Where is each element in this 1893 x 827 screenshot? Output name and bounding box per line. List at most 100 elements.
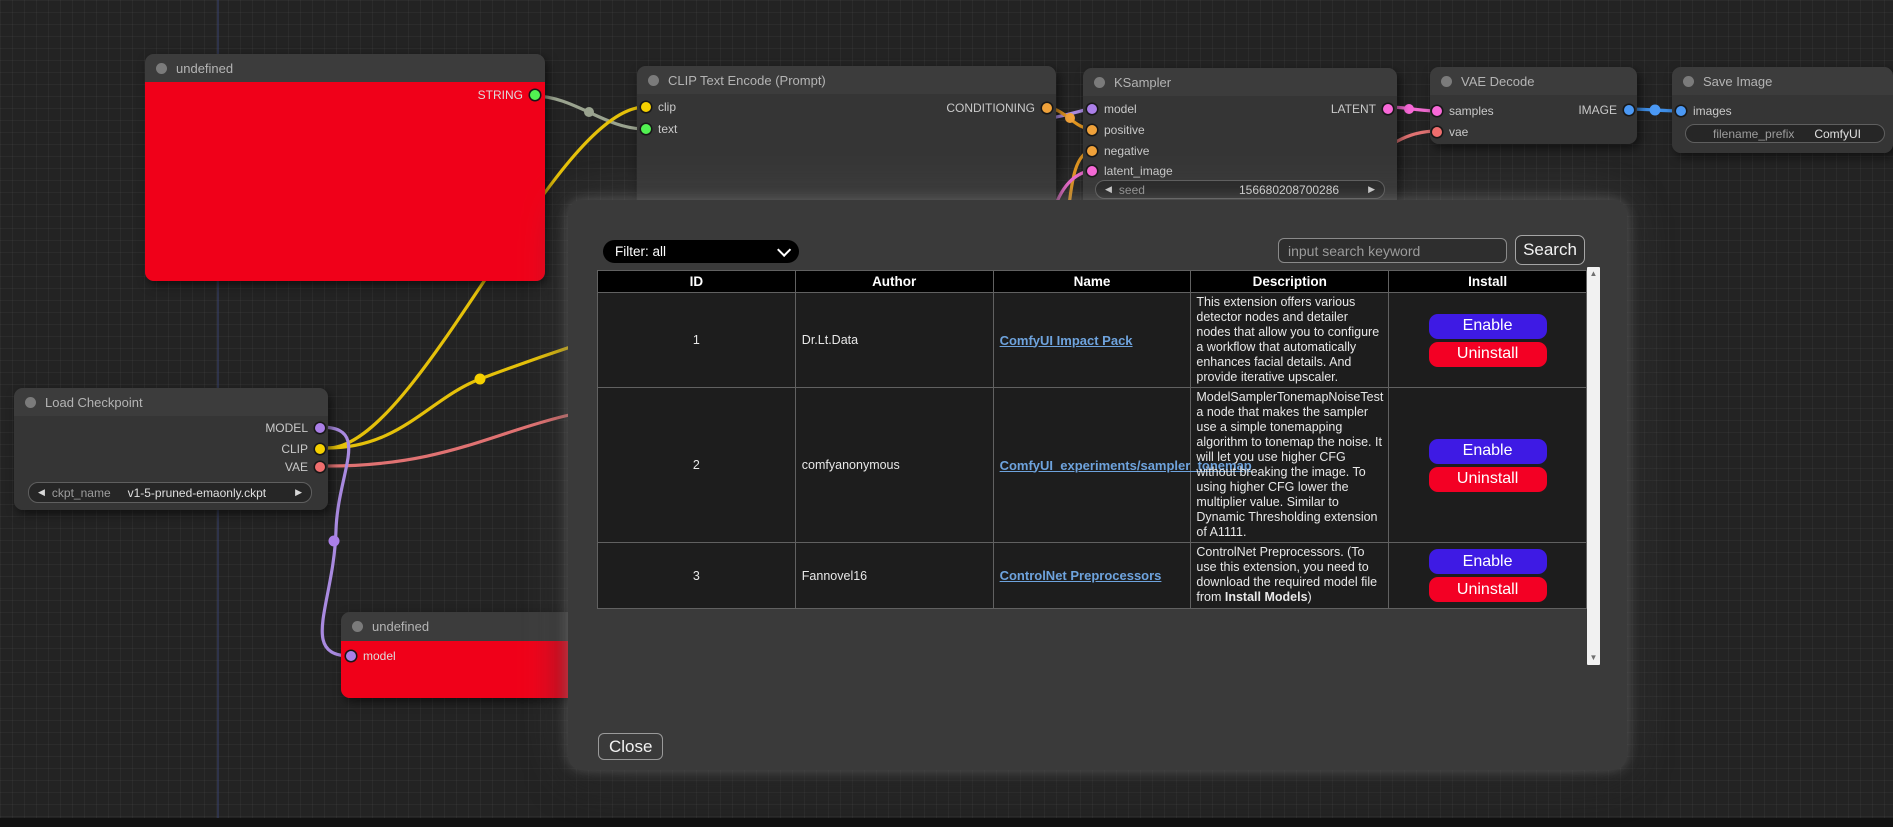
node-body: MODEL CLIP VAE ◀ ckpt_name v1-5-pruned-e… — [14, 416, 328, 510]
slot-label: model — [1104, 102, 1137, 116]
node-undefined-bottom[interactable]: undefined model — [341, 612, 581, 698]
output-slot-latent: LATENT — [1331, 101, 1393, 117]
input-slot-text: text — [641, 121, 677, 137]
node-graph-canvas[interactable]: undefined STRING CLIP Text Encode (Promp… — [0, 0, 1893, 827]
collapse-dot-icon[interactable] — [156, 63, 167, 74]
output-dot-conditioning[interactable] — [1042, 103, 1052, 113]
chevron-down-icon — [777, 242, 791, 256]
output-dot-latent[interactable] — [1383, 104, 1393, 114]
node-clip-text-encode[interactable]: CLIP Text Encode (Prompt) clip text COND… — [637, 66, 1056, 208]
node-body: images filename_prefix ComfyUI — [1672, 95, 1893, 153]
slot-label: positive — [1104, 123, 1145, 137]
collapse-dot-icon[interactable] — [1683, 76, 1694, 87]
input-slot-model: model — [346, 648, 396, 664]
filter-select-value: Filter: all — [615, 244, 666, 259]
scroll-up-arrow-icon[interactable]: ▲ — [1587, 267, 1600, 281]
node-undefined-top[interactable]: undefined STRING — [145, 54, 545, 281]
decrement-arrow-icon[interactable]: ◀ — [38, 488, 45, 497]
node-body: clip text CONDITIONING — [637, 94, 1056, 208]
slot-label: MODEL — [265, 421, 308, 435]
table-row: 1Dr.Lt.DataComfyUI Impact PackThis exten… — [598, 293, 1587, 388]
collapse-dot-icon[interactable] — [648, 75, 659, 86]
node-title: Save Image — [1703, 74, 1772, 89]
input-slot-clip: clip — [641, 99, 676, 115]
decrement-arrow-icon[interactable]: ◀ — [1105, 185, 1112, 194]
input-slot-samples: samples — [1432, 103, 1494, 119]
extension-link[interactable]: ControlNet Preprocessors — [1000, 568, 1162, 583]
input-dot-latent-image[interactable] — [1087, 166, 1097, 176]
output-slot-clip: CLIP — [281, 441, 325, 457]
increment-arrow-icon[interactable]: ▶ — [295, 488, 302, 497]
node-save-image[interactable]: Save Image images filename_prefix ComfyU… — [1672, 67, 1893, 153]
search-input[interactable] — [1278, 238, 1507, 263]
widget-label: seed — [1119, 183, 1145, 197]
slot-label: images — [1693, 104, 1732, 118]
output-dot-image[interactable] — [1624, 105, 1634, 115]
collapse-dot-icon[interactable] — [352, 621, 363, 632]
enable-button[interactable]: Enable — [1429, 314, 1547, 339]
increment-arrow-icon[interactable]: ▶ — [1368, 185, 1375, 194]
output-dot-clip[interactable] — [315, 444, 325, 454]
link-latent-midpoint-dot — [1404, 104, 1414, 114]
output-dot-string[interactable] — [530, 90, 540, 100]
slot-label: IMAGE — [1578, 103, 1617, 117]
output-dot-model[interactable] — [315, 423, 325, 433]
input-dot-negative[interactable] — [1087, 146, 1097, 156]
slot-label: LATENT — [1331, 102, 1376, 116]
node-title-bar[interactable]: KSampler — [1083, 68, 1397, 96]
input-slot-images: images — [1676, 103, 1732, 119]
node-ksampler[interactable]: KSampler model positive negative latent_… — [1083, 68, 1397, 208]
node-title-bar[interactable]: Save Image — [1672, 67, 1893, 95]
scroll-down-arrow-icon[interactable]: ▼ — [1587, 651, 1600, 665]
collapse-dot-icon[interactable] — [25, 397, 36, 408]
slot-label: text — [658, 122, 677, 136]
enable-button[interactable]: Enable — [1429, 439, 1547, 464]
column-header-author: Author — [795, 271, 993, 293]
input-dot-clip[interactable] — [641, 102, 651, 112]
uninstall-button[interactable]: Uninstall — [1429, 342, 1547, 367]
node-title-bar[interactable]: undefined — [341, 612, 581, 641]
input-slot-vae: vae — [1432, 124, 1468, 140]
input-dot-samples[interactable] — [1432, 106, 1442, 116]
cell-name: ComfyUI Impact Pack — [993, 293, 1191, 388]
uninstall-button[interactable]: Uninstall — [1429, 577, 1547, 602]
filename-prefix-widget[interactable]: filename_prefix ComfyUI — [1685, 124, 1885, 143]
cell-id: 3 — [598, 543, 796, 609]
enable-button[interactable]: Enable — [1429, 549, 1547, 574]
node-vae-decode[interactable]: VAE Decode samples vae IMAGE — [1430, 67, 1637, 144]
extension-table-container: IDAuthorNameDescriptionInstall 1Dr.Lt.Da… — [597, 267, 1600, 665]
node-body: samples vae IMAGE — [1430, 95, 1637, 144]
input-dot-model[interactable] — [346, 651, 356, 661]
uninstall-button[interactable]: Uninstall — [1429, 467, 1547, 492]
seed-widget[interactable]: ◀ seed 156680208700286 ▶ — [1095, 180, 1385, 199]
table-row: 3Fannovel16ControlNet PreprocessorsContr… — [598, 543, 1587, 609]
search-button[interactable]: Search — [1515, 235, 1585, 265]
output-dot-vae[interactable] — [315, 462, 325, 472]
node-title-bar[interactable]: CLIP Text Encode (Prompt) — [637, 66, 1056, 94]
ckpt-name-widget[interactable]: ◀ ckpt_name v1-5-pruned-emaonly.ckpt ▶ — [28, 482, 312, 503]
node-title-bar[interactable]: Load Checkpoint — [14, 388, 328, 416]
node-title: Load Checkpoint — [45, 395, 143, 410]
input-dot-model[interactable] — [1087, 104, 1097, 114]
node-title-bar[interactable]: VAE Decode — [1430, 67, 1637, 95]
slot-label: vae — [1449, 125, 1468, 139]
filter-select[interactable]: Filter: all — [603, 240, 799, 263]
input-dot-positive[interactable] — [1087, 125, 1097, 135]
cell-description: ControlNet Preprocessors. (To use this e… — [1191, 543, 1389, 609]
slot-label: model — [363, 649, 396, 663]
slot-label: STRING — [478, 88, 523, 102]
collapse-dot-icon[interactable] — [1441, 76, 1452, 87]
column-header-id: ID — [598, 271, 796, 293]
input-dot-vae[interactable] — [1432, 127, 1442, 137]
input-dot-text[interactable] — [641, 124, 651, 134]
node-load-checkpoint[interactable]: Load Checkpoint MODEL CLIP VAE ◀ ckpt_na… — [14, 388, 328, 510]
link-conditioning-midpoint-dot — [1065, 113, 1075, 123]
extension-link[interactable]: ComfyUI Impact Pack — [1000, 333, 1133, 348]
cell-name: ControlNet Preprocessors — [993, 543, 1191, 609]
output-slot-conditioning: CONDITIONING — [946, 100, 1052, 116]
collapse-dot-icon[interactable] — [1094, 77, 1105, 88]
close-button[interactable]: Close — [598, 733, 663, 760]
input-dot-images[interactable] — [1676, 106, 1686, 116]
node-title-bar[interactable]: undefined — [145, 54, 545, 82]
vertical-scrollbar[interactable]: ▲ ▼ — [1587, 267, 1600, 665]
